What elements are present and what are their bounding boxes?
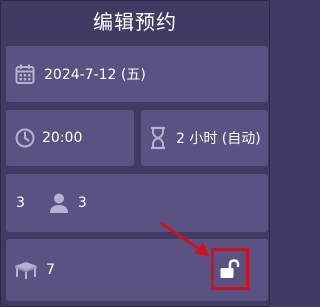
table-icon [14, 260, 38, 280]
arrow-annotation [160, 222, 210, 257]
guest-count-value: 3 [77, 195, 87, 211]
header: 编辑预约 [0, 0, 270, 40]
hourglass-icon [148, 126, 168, 150]
date-value: 2024-7-12 (五) [44, 67, 146, 83]
person-icon [48, 192, 70, 214]
guest-count-field[interactable]: 3 3 [6, 174, 268, 232]
duration-field[interactable]: 2 小时 (自动) [141, 110, 268, 166]
time-value: 20:00 [42, 130, 83, 146]
calendar-icon [14, 63, 36, 85]
table-lock-toggle[interactable] [211, 248, 249, 290]
unlock-icon [219, 259, 241, 279]
duration-value: 2 小时 (自动) [176, 131, 261, 147]
time-field[interactable]: 20:00 [6, 110, 134, 166]
page-title: 编辑预约 [93, 9, 177, 34]
table-value: 7 [46, 262, 55, 278]
first-count-value: 3 [16, 195, 25, 211]
clock-icon [14, 127, 36, 149]
date-field[interactable]: 2024-7-12 (五) [6, 46, 268, 102]
